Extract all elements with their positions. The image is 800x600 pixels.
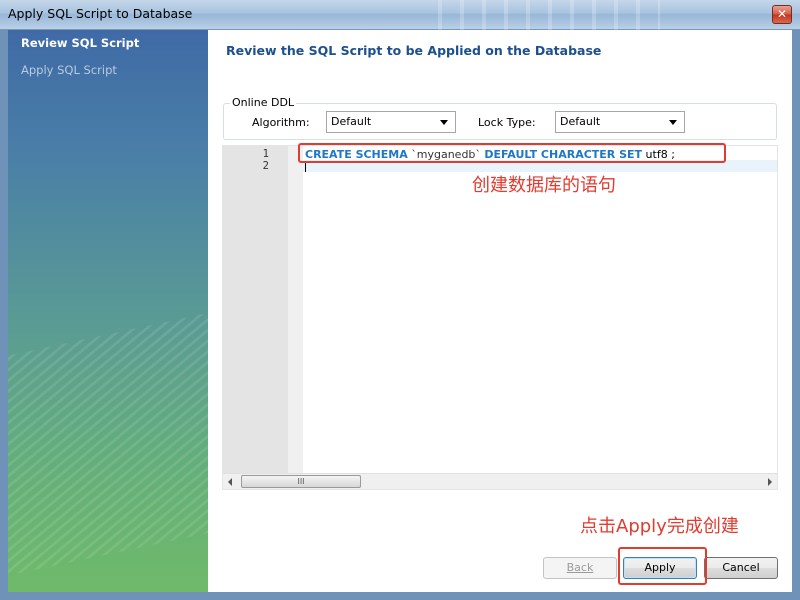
cancel-button[interactable]: Cancel xyxy=(704,557,778,579)
back-button[interactable]: Back xyxy=(543,557,617,579)
title-bar: Apply SQL Script to Database ✕ xyxy=(0,0,800,30)
step-apply-sql-script: Apply SQL Script xyxy=(21,63,117,77)
line-number-gutter: 1 2 xyxy=(223,146,288,473)
online-ddl-legend: Online DDL xyxy=(230,96,297,109)
apply-annotation: 点击Apply完成创建 xyxy=(580,516,739,537)
apply-button-highlight-box xyxy=(618,547,707,585)
line-number: 1 xyxy=(262,148,269,160)
grip-icon: III xyxy=(297,477,305,486)
lock-type-label: Lock Type: xyxy=(478,116,536,129)
scroll-right-icon[interactable] xyxy=(768,478,772,486)
chevron-down-icon xyxy=(440,120,448,125)
window-title: Apply SQL Script to Database xyxy=(8,6,193,21)
page-title: Review the SQL Script to be Applied on t… xyxy=(226,43,602,58)
create-db-annotation: 创建数据库的语句 xyxy=(472,175,616,196)
title-bar-background-decoration xyxy=(420,0,660,30)
chevron-down-icon xyxy=(669,120,677,125)
lock-type-select-value: Default xyxy=(560,115,601,128)
close-icon: ✕ xyxy=(776,7,788,21)
step-review-sql-script: Review SQL Script xyxy=(21,36,140,50)
lock-type-select[interactable]: Default xyxy=(555,111,685,133)
algorithm-select[interactable]: Default xyxy=(326,111,456,133)
editor-margin xyxy=(288,146,303,473)
scrollbar-thumb[interactable]: III xyxy=(241,475,361,488)
back-button-label: Back xyxy=(566,561,594,574)
sql-statement-highlight-box xyxy=(298,143,726,163)
scroll-left-icon[interactable] xyxy=(228,478,232,486)
main-content: Review the SQL Script to be Applied on t… xyxy=(208,30,792,592)
close-button[interactable]: ✕ xyxy=(772,5,792,24)
algorithm-select-value: Default xyxy=(331,115,372,128)
online-ddl-group: Online DDL Algorithm: Default Lock Type:… xyxy=(223,96,777,140)
sidebar-decoration xyxy=(8,295,208,585)
wizard-sidebar: Review SQL Script Apply SQL Script xyxy=(8,30,208,592)
algorithm-label: Algorithm: xyxy=(252,116,310,129)
horizontal-scrollbar[interactable]: III xyxy=(223,473,777,489)
cancel-button-label: Cancel xyxy=(722,561,760,574)
line-number: 2 xyxy=(262,160,269,172)
